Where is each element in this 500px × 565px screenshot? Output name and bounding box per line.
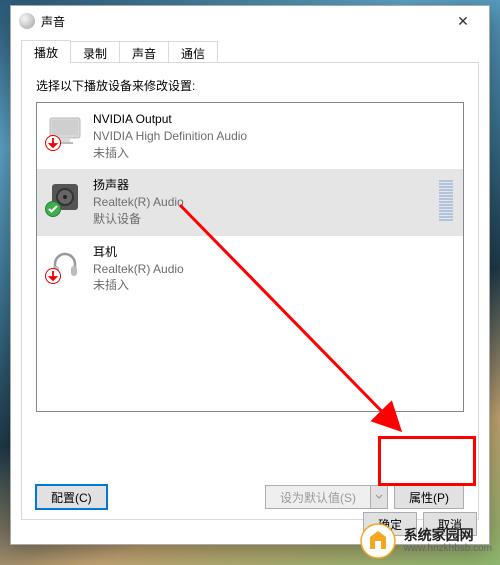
chevron-down-icon[interactable] — [370, 485, 388, 509]
level-meter — [439, 177, 453, 221]
sound-dialog: 声音 ✕ 播放 录制 声音 通信 选择以下播放设备来修改设置: — [10, 5, 490, 545]
watermark-name: 系统家园网 — [404, 528, 492, 543]
device-name: NVIDIA Output — [93, 111, 453, 128]
down-red-badge-icon — [45, 135, 61, 151]
headphones-icon — [47, 246, 83, 282]
sound-titlebar-icon — [19, 13, 35, 29]
playback-panel: 选择以下播放设备来修改设置: — [21, 62, 479, 520]
speaker-icon — [47, 179, 83, 215]
device-item-nvidia[interactable]: NVIDIA Output NVIDIA High Definition Aud… — [37, 103, 463, 169]
device-info: 扬声器 Realtek(R) Audio 默认设备 — [93, 177, 429, 227]
tab-communication[interactable]: 通信 — [168, 41, 218, 63]
device-status: 未插入 — [93, 277, 453, 294]
properties-button[interactable]: 属性(P) — [394, 485, 464, 509]
down-red-badge-icon — [45, 268, 61, 284]
device-name: 耳机 — [93, 244, 453, 261]
configure-button[interactable]: 配置(C) — [36, 485, 107, 509]
titlebar: 声音 ✕ — [11, 6, 489, 36]
monitor-icon — [47, 113, 83, 149]
close-button[interactable]: ✕ — [443, 8, 483, 34]
tab-sound[interactable]: 声音 — [119, 41, 169, 63]
device-info: NVIDIA Output NVIDIA High Definition Aud… — [93, 111, 453, 161]
device-sub: NVIDIA High Definition Audio — [93, 128, 453, 145]
device-sub: Realtek(R) Audio — [93, 261, 453, 278]
device-item-speaker[interactable]: 扬声器 Realtek(R) Audio 默认设备 — [37, 169, 463, 235]
watermark-url: www.hnzkhbsb.com — [404, 543, 492, 554]
tab-record[interactable]: 录制 — [70, 41, 120, 63]
device-status: 未插入 — [93, 145, 453, 162]
device-status: 默认设备 — [93, 211, 429, 228]
tab-playback[interactable]: 播放 — [21, 40, 71, 62]
device-sub: Realtek(R) Audio — [93, 194, 429, 211]
device-info: 耳机 Realtek(R) Audio 未插入 — [93, 244, 453, 294]
set-default-split: 设为默认值(S) — [265, 485, 388, 509]
instruction-text: 选择以下播放设备来修改设置: — [36, 77, 464, 94]
watermark: 系统家园网 www.hnzkhbsb.com — [360, 523, 492, 559]
dialog-title: 声音 — [41, 13, 443, 30]
device-name: 扬声器 — [93, 177, 429, 194]
panel-buttons: 配置(C) 设为默认值(S) 属性(P) — [36, 485, 464, 509]
check-green-badge-icon — [45, 201, 61, 217]
watermark-logo-icon — [360, 523, 396, 559]
tabstrip: 播放 录制 声音 通信 — [11, 36, 489, 62]
device-list[interactable]: NVIDIA Output NVIDIA High Definition Aud… — [36, 102, 464, 412]
device-item-headphones[interactable]: 耳机 Realtek(R) Audio 未插入 — [37, 236, 463, 302]
set-default-button[interactable]: 设为默认值(S) — [265, 485, 370, 509]
